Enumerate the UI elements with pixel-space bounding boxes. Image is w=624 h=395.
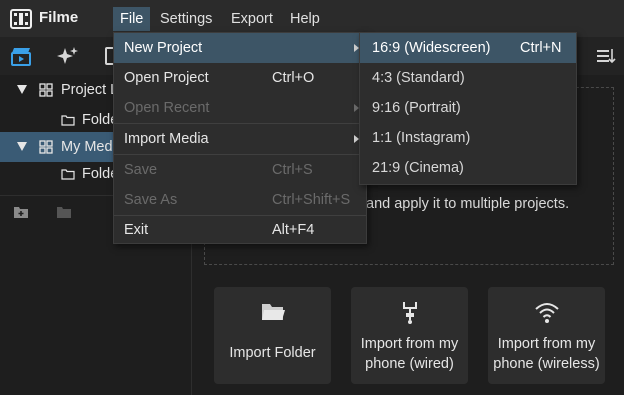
open-folder-icon	[262, 304, 285, 320]
submenu-item-standard[interactable]: 4:3 (Standard)	[360, 63, 576, 93]
submenu-item-label: 9:16 (Portrait)	[372, 100, 461, 116]
submenu-item-label: 1:1 (Instagram)	[372, 130, 471, 146]
menu-item-shortcut: Ctrl+Shift+S	[272, 192, 351, 208]
grid-icon	[39, 140, 53, 154]
submenu-item-label: 16:9 (Widescreen)	[372, 40, 491, 56]
submenu-item-portrait[interactable]: 9:16 (Portrait)	[360, 93, 576, 123]
add-folder-icon[interactable]	[13, 205, 29, 219]
expand-caret-icon[interactable]	[17, 85, 27, 94]
new-project-submenu: 16:9 (Widescreen) Ctrl+N 4:3 (Standard) …	[359, 32, 577, 185]
media-clapper-icon[interactable]	[10, 46, 32, 66]
menu-export[interactable]: Export	[224, 7, 280, 31]
menu-file[interactable]: File	[113, 7, 151, 31]
file-dropdown-menu: New Project Open Project Ctrl+O Open Rec…	[113, 32, 367, 244]
import-phone-wired-card[interactable]: Import from my phone (wired)	[351, 287, 468, 384]
menu-item-import-media[interactable]: Import Media	[114, 124, 366, 154]
menu-item-save: Save Ctrl+S	[114, 155, 366, 185]
effects-sparkle-icon[interactable]	[57, 46, 79, 66]
expand-caret-icon[interactable]	[17, 142, 27, 151]
menu-item-save-as: Save As Ctrl+Shift+S	[114, 185, 366, 215]
folder-icon	[61, 115, 75, 126]
film-logo-icon	[10, 9, 32, 29]
submenu-item-instagram[interactable]: 1:1 (Instagram)	[360, 123, 576, 153]
card-label: Import from my phone (wireless)	[493, 336, 600, 372]
menu-item-label: Save As	[124, 192, 178, 208]
grid-icon	[39, 83, 53, 97]
submenu-item-cinema[interactable]: 21:9 (Cinema)	[360, 153, 576, 183]
menu-item-label: Exit	[124, 222, 149, 238]
menu-settings[interactable]: Settings	[153, 7, 219, 31]
card-label: Import from my phone (wired)	[360, 336, 459, 372]
app-title: Filme	[39, 9, 79, 26]
menu-item-new-project[interactable]: New Project	[114, 33, 366, 63]
folder-icon	[61, 169, 75, 180]
menu-item-open-recent: Open Recent	[114, 93, 366, 123]
menu-item-label: Import Media	[124, 131, 209, 147]
menu-item-shortcut: Ctrl+S	[272, 162, 313, 178]
menu-item-label: Open Project	[124, 70, 209, 86]
menu-item-open-project[interactable]: Open Project Ctrl+O	[114, 63, 366, 93]
drop-zone-text: and apply it to multiple projects.	[366, 196, 570, 212]
import-phone-wireless-card[interactable]: Import from my phone (wireless)	[488, 287, 605, 384]
menu-item-label: Open Recent	[124, 100, 210, 116]
submenu-item-shortcut: Ctrl+N	[520, 40, 562, 56]
menu-item-label: Save	[124, 162, 158, 178]
menu-help[interactable]: Help	[283, 7, 327, 31]
folder-icon[interactable]	[56, 205, 72, 219]
submenu-item-label: 4:3 (Standard)	[372, 70, 465, 86]
card-label: Import Folder	[229, 345, 316, 361]
wifi-icon	[535, 303, 559, 323]
submenu-item-widescreen[interactable]: 16:9 (Widescreen) Ctrl+N	[360, 33, 576, 63]
menu-item-shortcut: Ctrl+O	[272, 70, 315, 86]
menu-item-label: New Project	[124, 40, 203, 56]
menu-item-shortcut: Alt+F4	[272, 222, 315, 238]
import-folder-card[interactable]: Import Folder	[214, 287, 331, 384]
submenu-item-label: 21:9 (Cinema)	[372, 160, 464, 176]
menu-item-exit[interactable]: Exit Alt+F4	[114, 215, 366, 245]
list-sort-icon[interactable]	[595, 46, 617, 66]
usb-icon	[403, 302, 417, 324]
